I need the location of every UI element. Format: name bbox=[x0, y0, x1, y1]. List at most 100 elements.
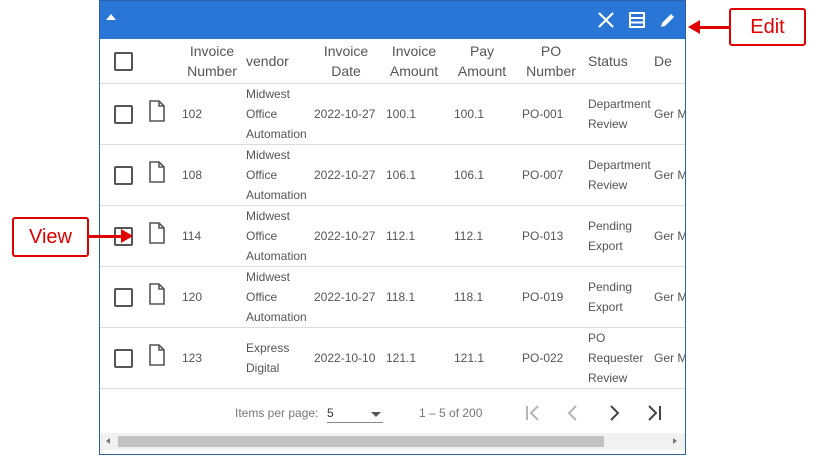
document-icon[interactable] bbox=[148, 222, 166, 250]
column-header-po-number[interactable]: PO Number bbox=[516, 39, 586, 84]
invoice-amount-cell: 118.1 bbox=[380, 266, 448, 328]
view-callout-arrowhead bbox=[121, 229, 133, 243]
vendor-cell: Express Digital bbox=[244, 327, 312, 389]
row-checkbox[interactable] bbox=[113, 166, 133, 186]
invoice-number-cell: 114 bbox=[180, 205, 244, 267]
document-icon[interactable] bbox=[148, 161, 166, 189]
row-view-cell bbox=[146, 144, 180, 206]
invoice-number-cell: 102 bbox=[180, 83, 244, 145]
dropdown-caret-icon bbox=[371, 412, 381, 417]
edit-callout-arrowhead bbox=[688, 20, 700, 34]
invoice-number-cell: 123 bbox=[180, 327, 244, 389]
vendor-cell: Midwest Office Automation bbox=[244, 144, 312, 206]
column-header-invoice-date[interactable]: Invoice Date bbox=[312, 39, 380, 84]
column-header-vendor[interactable]: vendor bbox=[244, 39, 312, 84]
icon-header bbox=[146, 39, 180, 84]
status-cell: Pending Export bbox=[586, 205, 652, 267]
pay-amount-cell: 106.1 bbox=[448, 144, 516, 206]
row-view-cell bbox=[146, 266, 180, 328]
pay-amount-cell: 121.1 bbox=[448, 327, 516, 389]
row-select-cell bbox=[100, 327, 146, 389]
column-header-invoice-amount[interactable]: Invoice Amount bbox=[380, 39, 448, 84]
invoice-date-cell: 2022-10-27 bbox=[312, 83, 380, 145]
scrollbar-thumb[interactable] bbox=[118, 436, 604, 447]
table-row[interactable]: 102 Midwest Office Automation 2022-10-27 10… bbox=[100, 83, 685, 145]
invoice-panel: Invoice Number vendor Invoice Date Invoi… bbox=[99, 0, 686, 455]
pencil-icon[interactable] bbox=[658, 10, 678, 30]
po-number-cell: PO-022 bbox=[516, 327, 586, 389]
edit-callout: Edit bbox=[729, 8, 806, 46]
invoice-number-cell: 108 bbox=[180, 144, 244, 206]
po-number-cell: PO-007 bbox=[516, 144, 586, 206]
table-header-row: Invoice Number vendor Invoice Date Invoi… bbox=[100, 39, 685, 84]
select-all-checkbox[interactable] bbox=[113, 52, 133, 72]
po-number-cell: PO-013 bbox=[516, 205, 586, 267]
next-page-icon[interactable] bbox=[603, 402, 625, 424]
po-number-cell: PO-001 bbox=[516, 83, 586, 145]
columns-icon[interactable] bbox=[627, 10, 647, 30]
table-row[interactable]: 120 Midwest Office Automation 2022-10-27 11… bbox=[100, 266, 685, 328]
paginator: Items per page: 5 1 – 5 of 200 bbox=[100, 394, 685, 432]
column-header-status[interactable]: Status bbox=[586, 39, 652, 84]
caret-up-icon[interactable] bbox=[106, 14, 116, 20]
status-cell: PO Requester Review bbox=[586, 327, 652, 389]
document-icon[interactable] bbox=[148, 100, 166, 128]
edit-callout-arrow bbox=[700, 26, 730, 29]
panel-toolbar bbox=[100, 1, 685, 39]
status-cell: Pending Export bbox=[586, 266, 652, 328]
table-row[interactable]: 108 Midwest Office Automation 2022-10-27 10… bbox=[100, 144, 685, 206]
column-header-invoice-number[interactable]: Invoice Number bbox=[180, 39, 244, 84]
pay-amount-cell: 100.1 bbox=[448, 83, 516, 145]
scroll-right-icon[interactable] bbox=[673, 438, 677, 444]
view-callout-arrow bbox=[89, 235, 121, 238]
document-icon[interactable] bbox=[148, 344, 166, 372]
page-range-label: 1 – 5 of 200 bbox=[419, 406, 483, 420]
vendor-cell: Midwest Office Automation bbox=[244, 205, 312, 267]
invoice-amount-cell: 121.1 bbox=[380, 327, 448, 389]
invoice-date-cell: 2022-10-27 bbox=[312, 144, 380, 206]
vendor-cell: Midwest Office Automation bbox=[244, 266, 312, 328]
row-select-cell bbox=[100, 144, 146, 206]
document-icon[interactable] bbox=[148, 283, 166, 311]
row-view-cell bbox=[146, 327, 180, 389]
row-select-cell bbox=[100, 83, 146, 145]
invoice-table: Invoice Number vendor Invoice Date Invoi… bbox=[100, 39, 685, 389]
row-checkbox[interactable] bbox=[113, 349, 133, 369]
department-cell: Ger Mar bbox=[652, 327, 685, 389]
invoice-amount-cell: 112.1 bbox=[380, 205, 448, 267]
invoice-date-cell: 2022-10-27 bbox=[312, 266, 380, 328]
invoice-amount-cell: 106.1 bbox=[380, 144, 448, 206]
column-header-department[interactable]: De bbox=[652, 39, 685, 84]
pay-amount-cell: 112.1 bbox=[448, 205, 516, 267]
table-row[interactable]: 123 Express Digital 2022-10-10 121.1 121.1 PO… bbox=[100, 327, 685, 389]
row-view-cell bbox=[146, 205, 180, 267]
invoice-number-cell: 120 bbox=[180, 266, 244, 328]
invoice-table-container: Invoice Number vendor Invoice Date Invoi… bbox=[100, 39, 685, 389]
department-cell: Ger Mar bbox=[652, 144, 685, 206]
row-select-cell bbox=[100, 266, 146, 328]
invoice-date-cell: 2022-10-10 bbox=[312, 327, 380, 389]
close-icon[interactable] bbox=[596, 10, 616, 30]
department-cell: Ger Mar bbox=[652, 83, 685, 145]
invoice-date-cell: 2022-10-27 bbox=[312, 205, 380, 267]
table-row[interactable]: 114 Midwest Office Automation 2022-10-27 11… bbox=[100, 205, 685, 267]
view-callout: View bbox=[12, 217, 89, 257]
scroll-left-icon[interactable] bbox=[106, 438, 110, 444]
items-per-page-select[interactable]: 5 bbox=[327, 404, 383, 423]
select-all-cell bbox=[100, 39, 146, 84]
po-number-cell: PO-019 bbox=[516, 266, 586, 328]
department-cell: Ger Mar bbox=[652, 205, 685, 267]
department-cell: Ger Mar bbox=[652, 266, 685, 328]
status-cell: Department Review bbox=[586, 144, 652, 206]
row-checkbox[interactable] bbox=[113, 105, 133, 125]
items-per-page-value: 5 bbox=[327, 406, 334, 420]
status-cell: Department Review bbox=[586, 83, 652, 145]
horizontal-scrollbar[interactable] bbox=[100, 433, 685, 450]
items-per-page-label: Items per page: bbox=[235, 406, 319, 420]
row-checkbox[interactable] bbox=[113, 288, 133, 308]
column-header-pay-amount[interactable]: Pay Amount bbox=[448, 39, 516, 84]
invoice-amount-cell: 100.1 bbox=[380, 83, 448, 145]
last-page-icon[interactable] bbox=[643, 402, 665, 424]
first-page-icon[interactable] bbox=[522, 402, 544, 424]
previous-page-icon[interactable] bbox=[562, 402, 584, 424]
